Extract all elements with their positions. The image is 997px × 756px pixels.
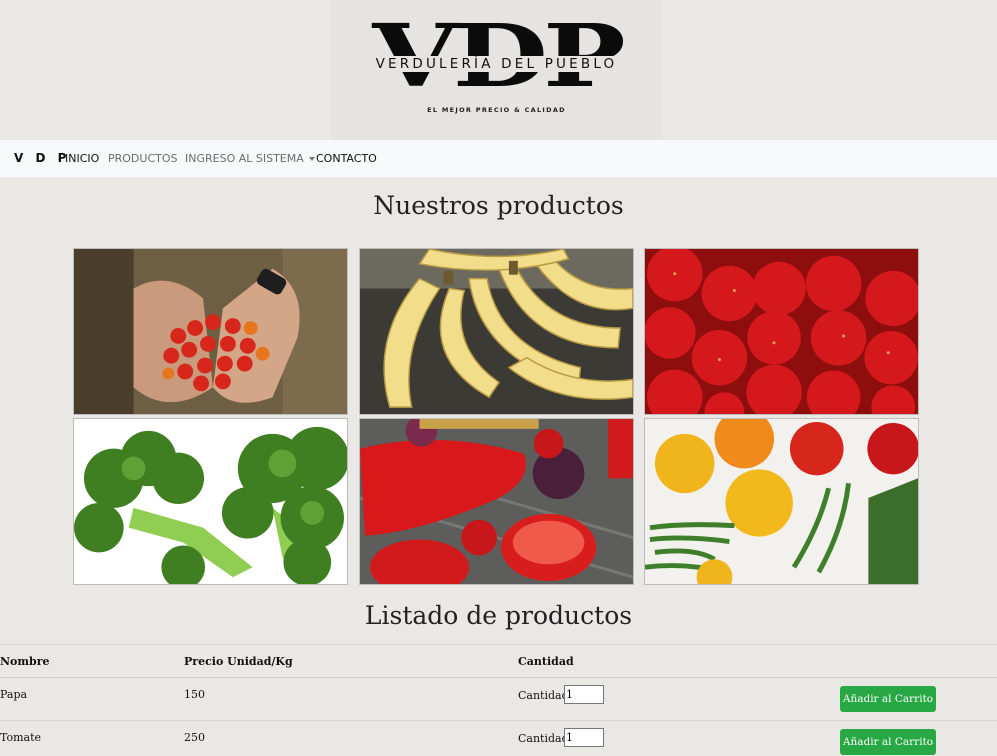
nav-contacto[interactable]: CONTACTO — [316, 152, 377, 165]
product-name: Papa — [0, 688, 28, 701]
table-row-divider — [0, 720, 997, 721]
navbar-brand[interactable]: V D P — [14, 151, 70, 165]
quantity-input[interactable]: 1 — [564, 728, 604, 747]
nav-productos[interactable]: PRODUCTOS — [108, 152, 178, 165]
product-price: 150 — [184, 688, 205, 701]
logo[interactable]: VDP VERDULERÍA DEL PUEBLO EL MEJOR PRECI… — [331, 0, 662, 140]
logo-name: VERDULERÍA DEL PUEBLO — [373, 56, 620, 72]
navbar: V D P INICIO PRODUCTOS INGRESO AL SISTEM… — [0, 140, 997, 177]
product-name: Tomate — [0, 731, 42, 744]
product-image-strawberries — [644, 248, 919, 415]
nav-inicio[interactable]: INICIO — [65, 152, 99, 165]
add-to-cart-button[interactable]: Añadir al Carrito — [840, 729, 936, 755]
nav-ingreso-dropdown[interactable]: INGRESO AL SISTEMA — [185, 152, 315, 165]
product-image-peppers-beans — [644, 418, 919, 585]
table-header-border — [0, 677, 997, 678]
add-to-cart-button[interactable]: Añadir al Carrito — [840, 686, 936, 712]
gallery-title: Nuestros productos — [373, 191, 624, 220]
header-banner: VDP VERDULERÍA DEL PUEBLO EL MEJOR PRECI… — [0, 0, 997, 140]
product-image-peppers-tomatoes — [359, 418, 634, 585]
nav-ingreso-label: INGRESO AL SISTEMA — [185, 152, 304, 165]
listing-title: Listado de productos — [364, 601, 633, 630]
product-price: 250 — [184, 731, 205, 744]
caret-down-icon — [308, 157, 315, 161]
column-header-precio: Precio Unidad/Kg — [184, 655, 293, 668]
quantity-input[interactable]: 1 — [564, 685, 604, 704]
product-image-bananas — [359, 248, 634, 415]
logo-tagline: EL MEJOR PRECIO & CALIDAD — [427, 106, 566, 114]
product-image-broccoli — [73, 418, 348, 585]
column-header-nombre: Nombre — [0, 655, 50, 668]
table-top-border — [0, 644, 997, 645]
product-image-tomatoes — [73, 248, 348, 415]
column-header-cantidad: Cantidad — [518, 655, 574, 668]
